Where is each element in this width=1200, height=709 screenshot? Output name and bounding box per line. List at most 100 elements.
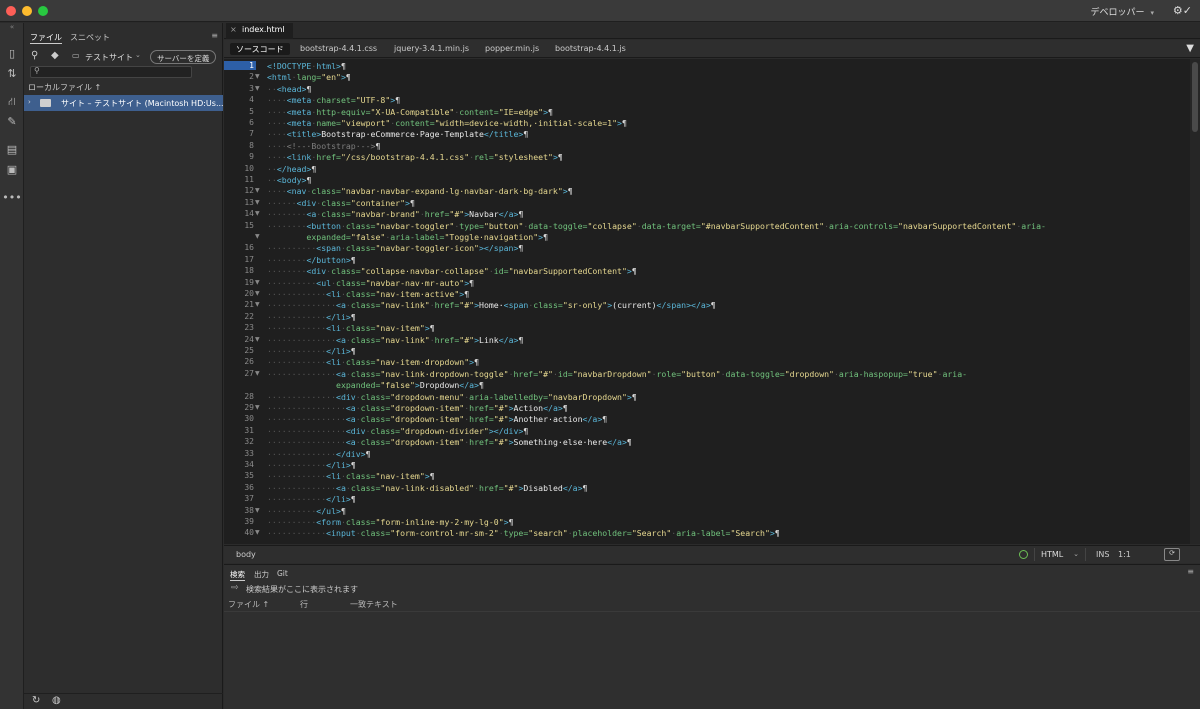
- more-icon[interactable]: •••: [0, 191, 24, 204]
- related-file-jquery[interactable]: jquery-3.4.1.min.js: [388, 43, 475, 55]
- fold-toggle-icon[interactable]: ▼: [255, 73, 260, 80]
- fold-toggle-icon[interactable]: ▼: [255, 279, 260, 286]
- editor-scrollbar[interactable]: [1190, 59, 1200, 544]
- panel-menu-icon[interactable]: ≡: [211, 31, 218, 40]
- line-number[interactable]: 8: [224, 141, 254, 150]
- fold-toggle-icon[interactable]: ▼: [255, 210, 260, 217]
- filter-icon[interactable]: ▼: [1186, 43, 1194, 54]
- site-select[interactable]: テストサイト: [85, 52, 133, 63]
- line-number[interactable]: 7: [224, 129, 254, 138]
- line-number[interactable]: 15: [224, 221, 254, 230]
- line-number[interactable]: 30: [224, 414, 254, 423]
- define-server-button[interactable]: サーバーを定義: [150, 50, 217, 64]
- fold-toggle-icon[interactable]: ▼: [255, 199, 260, 206]
- line-number[interactable]: 34: [224, 460, 254, 469]
- settings-icon[interactable]: ⚙✓: [1173, 4, 1192, 17]
- line-number[interactable]: 31: [224, 426, 254, 435]
- line-number[interactable]: 2: [224, 72, 254, 81]
- close-window-button[interactable]: [6, 6, 16, 16]
- line-number[interactable]: 29: [224, 403, 254, 412]
- related-file-bootstrap-js[interactable]: bootstrap-4.4.1.js: [549, 43, 632, 55]
- document-icon[interactable]: ▯: [0, 47, 24, 60]
- file-search-input[interactable]: ⚲: [30, 66, 192, 78]
- line-number[interactable]: 40: [224, 528, 254, 537]
- no-errors-icon[interactable]: [1019, 550, 1028, 559]
- line-number[interactable]: 19: [224, 278, 254, 287]
- line-number[interactable]: 6: [224, 118, 254, 127]
- code-lines[interactable]: <!DOCTYPE·html>¶ <html·lang="en">¶ ··<he…: [264, 59, 1200, 544]
- column-match-text[interactable]: 一致テキスト: [350, 599, 398, 610]
- tab-output[interactable]: 出力: [254, 569, 269, 580]
- tag-selector[interactable]: body: [236, 550, 256, 559]
- column-file[interactable]: ファイル ↑: [228, 599, 269, 610]
- git-icon[interactable]: ◆: [51, 50, 59, 61]
- tab-index-html[interactable]: × index.html: [226, 23, 293, 39]
- globe-icon[interactable]: ◍: [52, 695, 61, 706]
- line-number[interactable]: 25: [224, 346, 254, 355]
- line-number[interactable]: 21: [224, 300, 254, 309]
- line-number[interactable]: 22: [224, 312, 254, 321]
- related-file-popper[interactable]: popper.min.js: [479, 43, 545, 55]
- line-number[interactable]: 11: [224, 175, 254, 184]
- line-number[interactable]: 35: [224, 471, 254, 480]
- fold-toggle-icon[interactable]: ▼: [255, 85, 260, 92]
- line-number[interactable]: 10: [224, 164, 254, 173]
- preview-icon[interactable]: ▣: [0, 163, 24, 176]
- close-icon[interactable]: ×: [230, 25, 237, 34]
- brush-icon[interactable]: ✎: [0, 115, 24, 128]
- line-number[interactable]: 18: [224, 266, 254, 275]
- site-tree-item[interactable]: › サイト – テストサイト (Macintosh HD:Us...: [24, 95, 224, 111]
- line-number[interactable]: 5: [224, 107, 254, 116]
- line-number[interactable]: 3: [224, 84, 254, 93]
- tab-files[interactable]: ファイル: [30, 32, 62, 44]
- line-number[interactable]: 33: [224, 449, 254, 458]
- fold-toggle-icon[interactable]: ▼: [255, 507, 260, 514]
- line-number[interactable]: 9: [224, 152, 254, 161]
- line-number[interactable]: 12: [224, 186, 254, 195]
- related-file-source[interactable]: ソースコード: [230, 43, 290, 55]
- line-number[interactable]: 16: [224, 243, 254, 252]
- fold-toggle-icon[interactable]: ▼: [255, 233, 260, 240]
- fold-toggle-icon[interactable]: ▼: [255, 529, 260, 536]
- fold-toggle-icon[interactable]: ▼: [255, 301, 260, 308]
- column-line[interactable]: 行: [300, 599, 308, 610]
- live-view-icon[interactable]: ⟳: [1164, 548, 1180, 561]
- tab-snippets[interactable]: スニペット: [70, 32, 110, 43]
- collapse-panels-icon[interactable]: «: [0, 23, 24, 31]
- fold-toggle-icon[interactable]: ▼: [255, 187, 260, 194]
- line-number[interactable]: 37: [224, 494, 254, 503]
- minimize-window-button[interactable]: [22, 6, 32, 16]
- tab-git[interactable]: Git: [277, 569, 288, 578]
- line-number[interactable]: 4: [224, 95, 254, 104]
- line-number[interactable]: 32: [224, 437, 254, 446]
- line-number[interactable]: 38: [224, 506, 254, 515]
- workspace-switcher[interactable]: デベロッパー ▾: [1090, 5, 1154, 18]
- line-number[interactable]: 24: [224, 335, 254, 344]
- comment-icon[interactable]: ▤: [0, 143, 24, 156]
- line-number[interactable]: 14: [224, 209, 254, 218]
- fold-toggle-icon[interactable]: ▼: [255, 336, 260, 343]
- line-number[interactable]: 39: [224, 517, 254, 526]
- line-number[interactable]: 13: [224, 198, 254, 207]
- language-select[interactable]: HTML ⌄: [1034, 548, 1086, 561]
- local-files-header[interactable]: ローカルファイル ↑: [28, 82, 101, 93]
- fold-toggle-icon[interactable]: ▼: [255, 404, 260, 411]
- fold-toggle-icon[interactable]: ▼: [255, 290, 260, 297]
- fold-toggle-icon[interactable]: ▼: [255, 370, 260, 377]
- line-number[interactable]: 17: [224, 255, 254, 264]
- zoom-window-button[interactable]: [38, 6, 48, 16]
- line-number[interactable]: 36: [224, 483, 254, 492]
- line-number[interactable]: 23: [224, 323, 254, 332]
- line-number[interactable]: 27: [224, 369, 254, 378]
- sort-icon[interactable]: ⇅: [0, 67, 24, 80]
- related-file-bootstrap-css[interactable]: bootstrap-4.4.1.css: [294, 43, 383, 55]
- tab-search[interactable]: 検索: [230, 569, 245, 581]
- line-number[interactable]: 26: [224, 357, 254, 366]
- dom-icon[interactable]: ⛙: [0, 95, 24, 110]
- line-number[interactable]: 20: [224, 289, 254, 298]
- chevron-right-icon[interactable]: ›: [28, 98, 31, 106]
- code-editor[interactable]: 1 2 ▼ 3 ▼ 4 5 6 7 8 9 10 11 12 ▼ 13 ▼ 14 ▼ 15 ▼ 16 17 18 19 ▼ 20 ▼ 2…: [224, 59, 1200, 544]
- line-number[interactable]: 1: [224, 61, 256, 70]
- line-number[interactable]: 28: [224, 392, 254, 401]
- scrollbar-thumb[interactable]: [1192, 62, 1198, 132]
